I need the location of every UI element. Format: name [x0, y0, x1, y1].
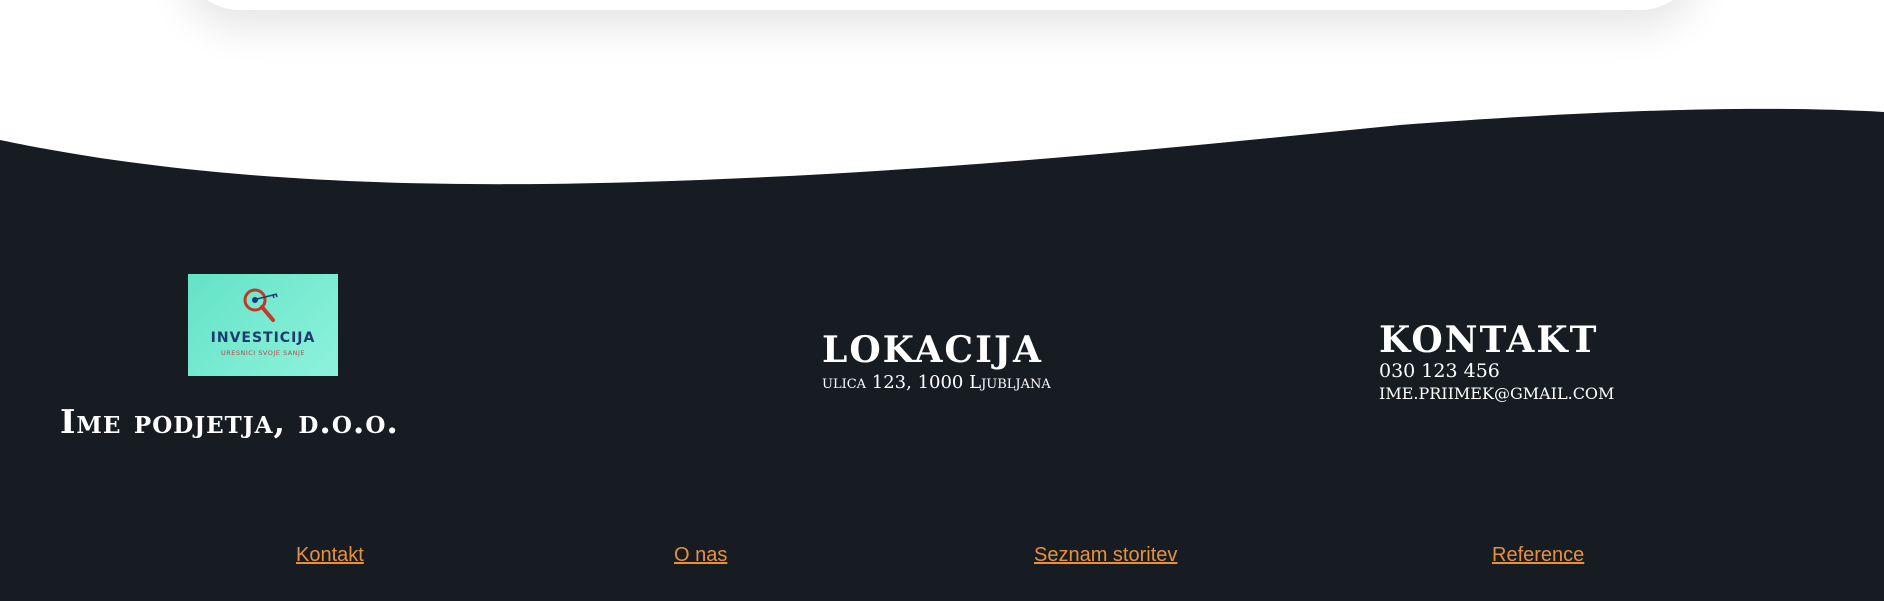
company-logo[interactable]: INVESTICIJA URESNICI SVOJE SANJE	[188, 274, 338, 376]
footer-link-seznam-storitev[interactable]: Seznam storitev	[1034, 544, 1177, 567]
footer-link-kontakt[interactable]: Kontakt	[296, 544, 364, 567]
footer-link-o-nas[interactable]: O nas	[674, 544, 727, 567]
location-address: ulica 123, 1000 Ljubljana	[822, 372, 1051, 393]
contact-phone[interactable]: 030 123 456	[1379, 360, 1500, 382]
magnifier-key-icon	[243, 288, 278, 322]
contact-heading: KONTAKT	[1379, 319, 1599, 361]
footer-link-reference[interactable]: Reference	[1492, 544, 1584, 567]
company-name: Ime podjetja, d.o.o.	[60, 402, 399, 441]
contact-email[interactable]: ime.priimek@gmail.com	[1379, 384, 1614, 403]
location-heading: LOKACIJA	[822, 329, 1043, 371]
logo-title: INVESTICIJA	[210, 330, 316, 346]
logo-subtitle: URESNICI SVOJE SANJE	[220, 349, 306, 357]
